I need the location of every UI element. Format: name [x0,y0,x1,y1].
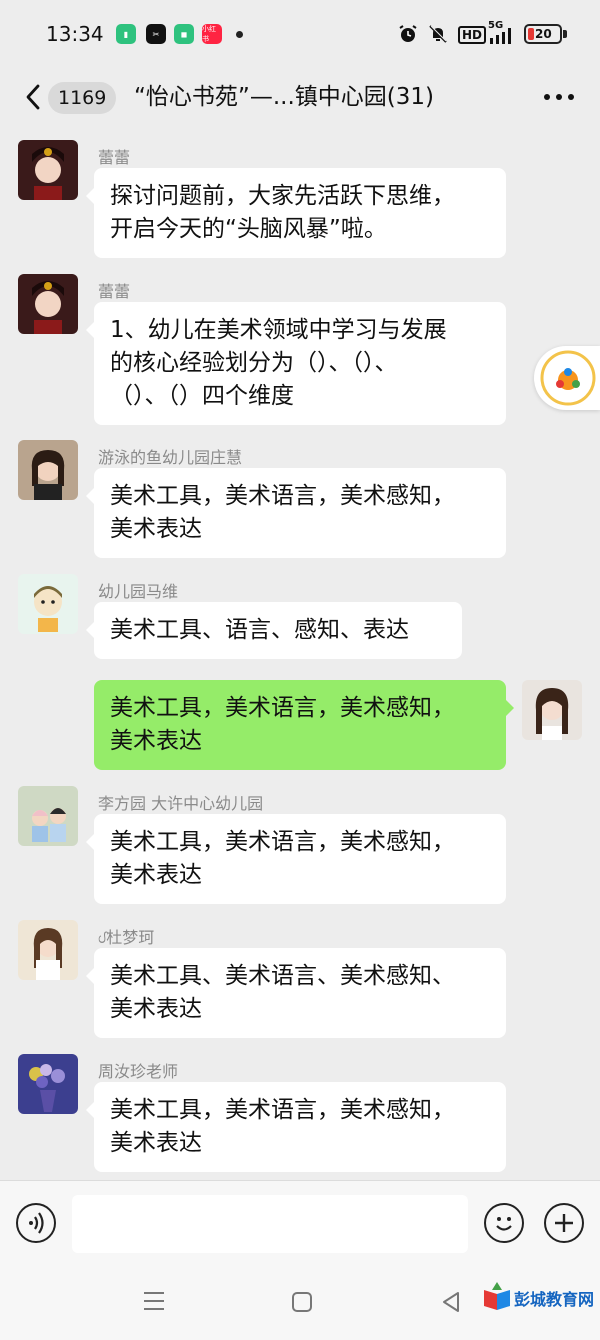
hd-icon: HD [458,26,487,44]
battery-tip [563,30,567,38]
avatar[interactable] [18,574,78,634]
watermark: 彭城教育网 [480,1278,600,1318]
sender-name: 蕾蕾 [98,148,131,167]
battery-app-icon: ▮ [116,24,136,44]
battery-level: 20 [535,27,552,41]
watermark-text: 彭城教育网 [514,1290,595,1309]
message-text-line: 美术工具、语言、感知、表达 [110,617,409,643]
message-text-line: 美术工具，美术语言，美术感知， [110,695,455,721]
message-text-line: 美术表达 [110,996,202,1022]
sender-name: 游泳的鱼幼儿园庄慧 [98,448,243,467]
message-bubble[interactable]: 美术工具，美术语言，美术感知， 美术表达 [86,468,506,558]
message-text-line: 的核心经验划分为（）、（）、 [110,350,398,376]
capcut-icon: ✂ [146,24,166,44]
sender-name: 李方园 大许中心幼儿园 [98,794,264,813]
message-text-line: 1、幼儿在美术领域中学习与发展 [110,317,447,343]
message-input[interactable] [72,1195,468,1253]
message-bubble[interactable]: 美术工具，美术语言，美术感知， 美术表达 [86,1082,506,1172]
message-bubble[interactable]: 美术工具，美术语言，美术感知， 美术表达 [86,814,506,904]
avatar[interactable] [18,140,78,200]
notification-dot [236,31,243,38]
message-bubble[interactable]: 美术工具、语言、感知、表达 [86,602,462,659]
wechat-icon: ◼ [174,24,194,44]
message-text-line: 美术表达 [110,1130,202,1156]
voice-button[interactable] [16,1203,56,1243]
input-bar [0,1180,600,1268]
emoji-icon [496,1217,512,1231]
menu-icon[interactable] [144,1292,164,1310]
message-text-line: 美术表达 [110,862,202,888]
avatar[interactable] [18,440,78,500]
message-text-line: 美术表达 [110,516,202,542]
message-bubble[interactable]: 美术工具、美术语言、美术感知、 美术表达 [86,948,506,1038]
more-functions-button[interactable] [544,1203,584,1243]
chat-title: “怡心书苑”—...镇中心园(31) [134,84,434,110]
avatar[interactable] [18,920,78,980]
message-bubble[interactable]: 1、幼儿在美术领域中学习与发展 的核心经验划分为（）、（）、 （）、（）四个维度 [86,302,506,425]
chat-header: 1169 “怡心书苑”—...镇中心园(31) [0,68,600,128]
back-chevron-icon[interactable] [22,82,46,112]
my-avatar[interactable] [522,680,582,740]
xiaohongshu-icon: 小红书 [202,24,222,44]
more-options-icon[interactable] [544,94,574,102]
watermark-book-icon [484,1282,510,1310]
unread-count-badge[interactable]: 1169 [48,82,117,114]
sender-name: 蕾蕾 [98,282,131,301]
status-bar: 13:34 ▮ ✂ ◼ 小红书 HD 5G 20 [0,0,600,68]
status-time: 13:34 [46,22,104,46]
plus-icon [555,1214,573,1232]
message-bubble[interactable]: 探讨问题前，大家先活跃下思维， 开启今天的“头脑风暴”啦。 [86,168,506,258]
battery-icon: 20 [524,24,562,44]
mute-icon [429,25,447,43]
back-triangle-icon[interactable] [440,1290,462,1314]
my-message-bubble[interactable]: 美术工具，美术语言，美术感知， 美术表达 [94,680,514,770]
alarm-icon [399,25,417,42]
kindergarten-logo-icon [540,350,596,406]
message-text-line: 美术工具，美术语言，美术感知， [110,1097,455,1123]
floating-logo-button[interactable] [534,346,600,410]
sender-name: 周汝珍老师 [98,1062,179,1081]
system-nav-bar: 彭城教育网 [0,1268,600,1340]
message-text-line: 美术工具，美术语言，美术感知， [110,829,455,855]
voice-icon [29,1212,44,1234]
avatar[interactable] [18,1054,78,1114]
message-text-line: （）、（）四个维度 [110,383,294,409]
message-text-line: 美术工具，美术语言，美术感知， [110,483,455,509]
avatar[interactable] [18,274,78,334]
sender-name: 幼儿园马维 [98,582,179,601]
home-icon[interactable] [292,1292,312,1312]
avatar[interactable] [18,786,78,846]
message-text-line: 美术工具、美术语言、美术感知、 [110,963,455,989]
emoji-button[interactable] [484,1203,524,1243]
message-text-line: 美术表达 [110,728,202,754]
signal-icon [490,28,511,44]
message-text-line: 开启今天的“头脑风暴”啦。 [110,216,387,242]
message-text-line: 探讨问题前，大家先活跃下思维， [110,183,455,209]
sender-name: ᦔ杜梦珂 [98,928,155,947]
